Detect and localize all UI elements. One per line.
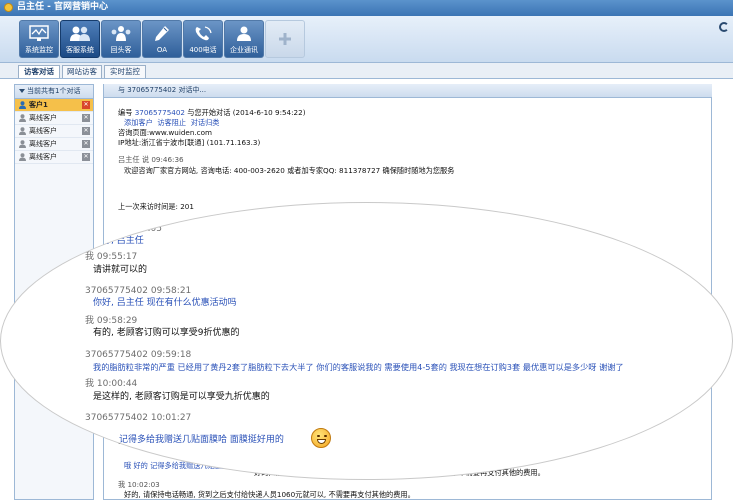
- chat-header: 与 37065775402 对话中...: [104, 84, 712, 98]
- chat-message-agent: 好的, 请保持电话畅通, 货到之后支付给快递人员1060元就可以, 不需要再支付…: [124, 490, 415, 499]
- message-meta: 37065775402 09:59:18: [85, 350, 192, 360]
- message-meta: 我 10:02:03: [118, 480, 160, 489]
- add-module-button[interactable]: [265, 20, 305, 58]
- tab-visitor-chat[interactable]: 访客对话: [18, 65, 60, 78]
- toolbar-button-returning-customer[interactable]: 回头客: [101, 20, 141, 58]
- message-meta: 2 09:55:05: [113, 224, 163, 234]
- toolbar-button-system-monitor[interactable]: 系统监控: [19, 20, 59, 58]
- conversation-item-offline[interactable]: 离线客户 ✕: [15, 151, 93, 164]
- close-icon[interactable]: ✕: [82, 127, 90, 135]
- toolbar-button-customer-service[interactable]: 客服系统: [60, 20, 100, 58]
- user-icon: [19, 101, 26, 109]
- plus-icon: [279, 33, 291, 45]
- conversation-name: 离线客户: [29, 127, 57, 135]
- grinning-face-icon: [311, 428, 331, 448]
- block-visitor-link[interactable]: 访客阻止: [157, 118, 186, 127]
- close-icon[interactable]: ✕: [82, 114, 90, 122]
- message-meta: 37065775402 10:01:27: [85, 413, 192, 423]
- conversation-item-offline[interactable]: 离线客户 ✕: [15, 138, 93, 151]
- close-icon[interactable]: ✕: [82, 153, 90, 161]
- returning-customer-icon: [111, 26, 131, 41]
- main-toolbar: 系统监控 客服系统 回头客 OA 400电话 企业通讯: [0, 16, 733, 63]
- toolbar-label: 系统监控: [25, 46, 53, 54]
- pen-icon: [155, 26, 169, 41]
- chat-message-agent: 有的, 老顾客订购可以享受9折优惠的: [93, 328, 240, 338]
- toolbar-label: OA: [156, 46, 168, 54]
- conversation-count-label: 当前共有1个对话: [27, 87, 81, 95]
- session-start-time: 与您开始对话 (2014-6-10 9:54:22): [187, 108, 306, 117]
- refresh-icon[interactable]: [719, 22, 729, 32]
- ip-address-line: IP地址:浙江省宁波市[联通] (101.71.163.3): [118, 138, 261, 147]
- message-meta: 我 09:55:17: [85, 252, 138, 262]
- message-meta: 吕主任 说 09:46:36: [118, 155, 184, 164]
- chat-message-agent: 请讲就可以的: [93, 265, 148, 275]
- chat-message-agent: 是这样的, 老顾客订购是可以享受九折优惠的: [93, 392, 270, 402]
- smiley-eye: [324, 435, 327, 437]
- toolbar-button-oa[interactable]: OA: [142, 20, 182, 58]
- close-icon[interactable]: ✕: [82, 101, 90, 109]
- add-customer-link[interactable]: 添加客户: [124, 118, 153, 127]
- conversation-name: 离线客户: [29, 140, 57, 148]
- consult-page-line: 咨询页面:www.wuiden.com: [118, 128, 213, 137]
- chat-message-visitor: 你好, 吕主任 现在有什么优惠活动吗: [93, 298, 237, 308]
- visitor-id-link[interactable]: 37065775402: [135, 108, 185, 117]
- conversation-name: 离线客户: [29, 153, 57, 161]
- conversation-count-header[interactable]: 当前共有1个对话: [15, 85, 93, 99]
- user-offline-icon: [19, 140, 26, 148]
- tab-website-visitors[interactable]: 网站访客: [62, 65, 102, 78]
- toolbar-label: 400电话: [189, 46, 217, 54]
- session-id-label: 编号: [118, 108, 133, 117]
- chat-message-visitor: 记得多给我赠送几贴面膜哈 面膜挺好用的: [119, 435, 284, 445]
- phone-icon: [195, 26, 212, 41]
- user-offline-icon: [19, 153, 26, 161]
- monitor-chart-icon: [29, 25, 49, 41]
- customer-service-icon: [70, 26, 90, 41]
- user-offline-icon: [19, 127, 26, 135]
- tab-realtime-monitor[interactable]: 实时监控: [104, 65, 146, 78]
- toolbar-button-400-phone[interactable]: 400电话: [183, 20, 223, 58]
- toolbar-label: 企业通讯: [230, 46, 258, 54]
- app-icon: [4, 3, 13, 12]
- smiley-mouth: [317, 439, 326, 444]
- toolbar-button-enterprise-contacts[interactable]: 企业通讯: [224, 20, 264, 58]
- conversation-name: 离线客户: [29, 114, 57, 122]
- magnified-chat-callout: 2 09:55:05 你好, 吕主任 我 09:55:17 请讲就可以的 370…: [0, 202, 733, 480]
- toolbar-label: 回头客: [110, 46, 132, 54]
- classify-chat-link[interactable]: 对话归类: [191, 118, 220, 127]
- greeting-message: 欢迎咨询厂家官方网站, 咨询电话: 400-003-2620 或者加专家QQ: …: [124, 166, 455, 175]
- visitor-actions: 添加客户 访客阻止 对话归类: [124, 118, 219, 127]
- toolbar-label: 客服系统: [66, 46, 94, 54]
- conversation-item-offline[interactable]: 离线客户 ✕: [15, 125, 93, 138]
- chat-message-visitor: 你好, 吕主任: [93, 236, 144, 246]
- chat-message-visitor: 我的脂肪粒非常的严重 已经用了黄丹2套了脂肪粒下去大半了 你们的客服说我的 需要…: [93, 362, 624, 372]
- message-meta: 我 10:00:44: [85, 379, 138, 389]
- chat-header-label: 与 37065775402 对话中...: [118, 86, 207, 94]
- message-meta: 37065775402 09:58:21: [85, 286, 192, 296]
- last-visit-line: 上一次来访时间是: 201: [118, 202, 194, 211]
- window-title-bar: 吕主任 - 官网营销中心: [0, 0, 733, 16]
- close-icon[interactable]: ✕: [82, 140, 90, 148]
- smiley-eye: [317, 435, 320, 437]
- conversation-item-offline[interactable]: 离线客户 ✕: [15, 112, 93, 125]
- user-offline-icon: [19, 114, 26, 122]
- conversation-item-active[interactable]: 客户1 ✕: [15, 99, 93, 112]
- tab-bar: 访客对话 网站访客 实时监控: [0, 63, 733, 79]
- collapse-arrow-icon: [19, 89, 25, 93]
- conversation-name: 客户1: [29, 101, 48, 109]
- message-meta: 我 09:58:29: [85, 316, 138, 326]
- contacts-icon: [237, 26, 251, 41]
- window-title: 吕主任 - 官网营销中心: [17, 2, 109, 12]
- session-start-line: 编号 37065775402 与您开始对话 (2014-6-10 9:54:22…: [118, 108, 306, 117]
